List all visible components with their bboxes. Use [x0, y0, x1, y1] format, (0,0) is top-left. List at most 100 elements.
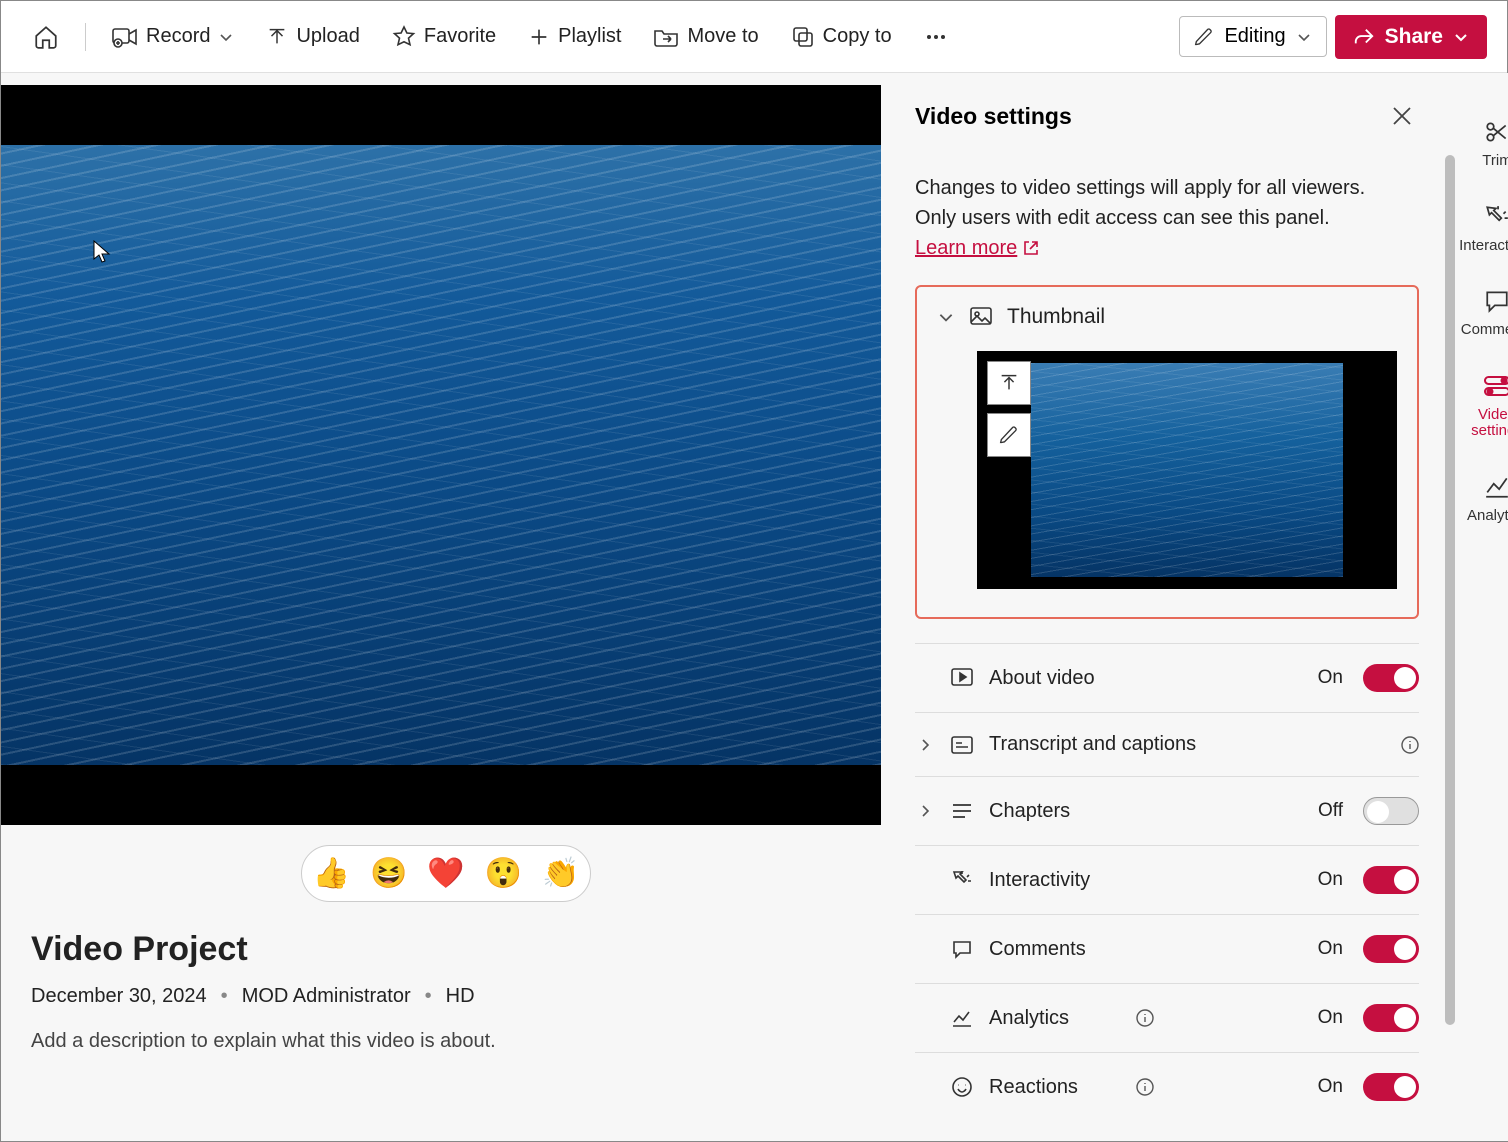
- thumbnail-label: Thumbnail: [1007, 305, 1105, 329]
- reaction-clap[interactable]: 👏: [542, 856, 579, 891]
- editing-button[interactable]: Editing: [1179, 16, 1326, 57]
- comments-state: On: [1318, 938, 1343, 960]
- video-content: [1, 145, 881, 765]
- thumbnail-section: Thumbnail: [915, 285, 1419, 619]
- about-video-toggle[interactable]: [1363, 664, 1419, 692]
- about-video-row[interactable]: About video On: [915, 643, 1419, 713]
- comment-icon: [949, 939, 975, 959]
- chevron-down-icon: [937, 308, 955, 326]
- home-icon: [33, 24, 59, 50]
- settings-scrollbar[interactable]: [1443, 99, 1457, 1141]
- transcript-row[interactable]: Transcript and captions: [915, 713, 1419, 777]
- analytics-toggle[interactable]: [1363, 1004, 1419, 1032]
- learn-more-label: Learn more: [915, 233, 1017, 263]
- upload-icon: [266, 26, 288, 48]
- pencil-icon: [999, 425, 1019, 445]
- thumbnail-edit-button[interactable]: [987, 413, 1031, 457]
- meta-separator: •: [425, 985, 432, 1008]
- record-button[interactable]: Record: [100, 17, 246, 56]
- chevron-right-icon: [915, 737, 935, 753]
- share-button[interactable]: Share: [1335, 15, 1487, 59]
- reaction-laugh[interactable]: 😆: [370, 856, 407, 891]
- chevron-down-icon: [1296, 29, 1312, 45]
- reaction-thumbs-up[interactable]: 👍: [313, 856, 350, 891]
- upload-label: Upload: [296, 25, 359, 48]
- comments-row[interactable]: Comments On: [915, 915, 1419, 984]
- video-column: 👍 😆 ❤️ 😲 👏 Video Project December 30, 20…: [1, 73, 891, 1141]
- close-icon: [1391, 105, 1413, 127]
- copyto-button[interactable]: Copy to: [779, 17, 904, 57]
- meta-separator: •: [221, 985, 228, 1008]
- interactivity-state: On: [1318, 869, 1343, 891]
- rail-trim-label: Trim: [1482, 153, 1508, 170]
- video-meta-line: December 30, 2024 • MOD Administrator • …: [31, 985, 891, 1008]
- learn-more-link[interactable]: Learn more: [915, 233, 1039, 263]
- camera-plus-icon: [112, 26, 138, 48]
- video-author: MOD Administrator: [242, 985, 411, 1008]
- scissors-icon: [1484, 117, 1508, 147]
- rail-video-settings[interactable]: Video settings: [1457, 371, 1508, 440]
- thumbnail-preview: [977, 351, 1397, 589]
- interactivity-label: Interactivity: [989, 869, 1304, 892]
- playlist-label: Playlist: [558, 25, 621, 48]
- analytics-icon: [1484, 472, 1508, 502]
- chapters-toggle[interactable]: [1363, 797, 1419, 825]
- moveto-label: Move to: [687, 25, 758, 48]
- analytics-icon: [949, 1008, 975, 1028]
- close-settings-button[interactable]: [1385, 99, 1419, 133]
- video-description-placeholder[interactable]: Add a description to explain what this v…: [31, 1030, 891, 1053]
- rail-video-settings-label: Video settings: [1457, 407, 1508, 440]
- comment-icon: [1484, 286, 1508, 316]
- video-player[interactable]: [1, 85, 881, 825]
- image-icon: [969, 306, 993, 328]
- thumbnail-section-header[interactable]: Thumbnail: [937, 305, 1397, 329]
- reactions-label: Reactions: [989, 1076, 1124, 1099]
- chapters-state: Off: [1318, 800, 1343, 822]
- plus-icon: [528, 26, 550, 48]
- moveto-button[interactable]: Move to: [641, 17, 770, 56]
- chapters-label: Chapters: [989, 800, 1304, 823]
- chevron-right-icon: [915, 803, 935, 819]
- comments-label: Comments: [989, 938, 1304, 961]
- playlist-button[interactable]: Playlist: [516, 17, 633, 56]
- chevron-down-icon: [218, 29, 234, 45]
- settings-title: Video settings: [915, 103, 1072, 130]
- info-icon[interactable]: [1136, 1009, 1154, 1027]
- more-button[interactable]: [912, 17, 960, 57]
- upload-button[interactable]: Upload: [254, 17, 371, 56]
- info-icon[interactable]: [1401, 736, 1419, 754]
- info-icon[interactable]: [1136, 1078, 1154, 1096]
- comments-toggle[interactable]: [1363, 935, 1419, 963]
- rail-analytics[interactable]: Analytics: [1457, 472, 1508, 525]
- reactions-toggle[interactable]: [1363, 1073, 1419, 1101]
- chapters-row[interactable]: Chapters Off: [915, 777, 1419, 846]
- rail-trim[interactable]: Trim: [1457, 117, 1508, 170]
- favorite-button[interactable]: Favorite: [380, 17, 508, 57]
- settings-desc-text: Changes to video settings will apply for…: [915, 177, 1365, 229]
- folder-move-icon: [653, 26, 679, 48]
- home-button[interactable]: [21, 16, 71, 58]
- thumbnail-upload-button[interactable]: [987, 361, 1031, 405]
- interactivity-row[interactable]: Interactivity On: [915, 846, 1419, 915]
- interactivity-toggle[interactable]: [1363, 866, 1419, 894]
- about-video-state: On: [1318, 667, 1343, 689]
- transcript-label: Transcript and captions: [989, 733, 1389, 756]
- editing-label: Editing: [1224, 25, 1285, 48]
- interactivity-icon: [1484, 202, 1508, 232]
- rail-comments[interactable]: Comments: [1457, 286, 1508, 339]
- play-box-icon: [949, 667, 975, 689]
- reaction-surprised[interactable]: 😲: [485, 856, 522, 891]
- pencil-icon: [1194, 27, 1214, 47]
- analytics-row[interactable]: Analytics On: [915, 984, 1419, 1053]
- captions-icon: [949, 735, 975, 755]
- reaction-heart[interactable]: ❤️: [427, 856, 464, 891]
- reactions-bar: 👍 😆 ❤️ 😲 👏: [301, 845, 591, 902]
- copyto-label: Copy to: [823, 25, 892, 48]
- chevron-down-icon: [1453, 29, 1469, 45]
- rail-comments-label: Comments: [1461, 322, 1508, 339]
- rail-interactivity[interactable]: Interactivity: [1457, 202, 1508, 255]
- reactions-row[interactable]: Reactions On: [915, 1053, 1419, 1121]
- interactivity-icon: [949, 869, 975, 891]
- list-icon: [949, 802, 975, 820]
- scrollbar-thumb[interactable]: [1445, 155, 1455, 1025]
